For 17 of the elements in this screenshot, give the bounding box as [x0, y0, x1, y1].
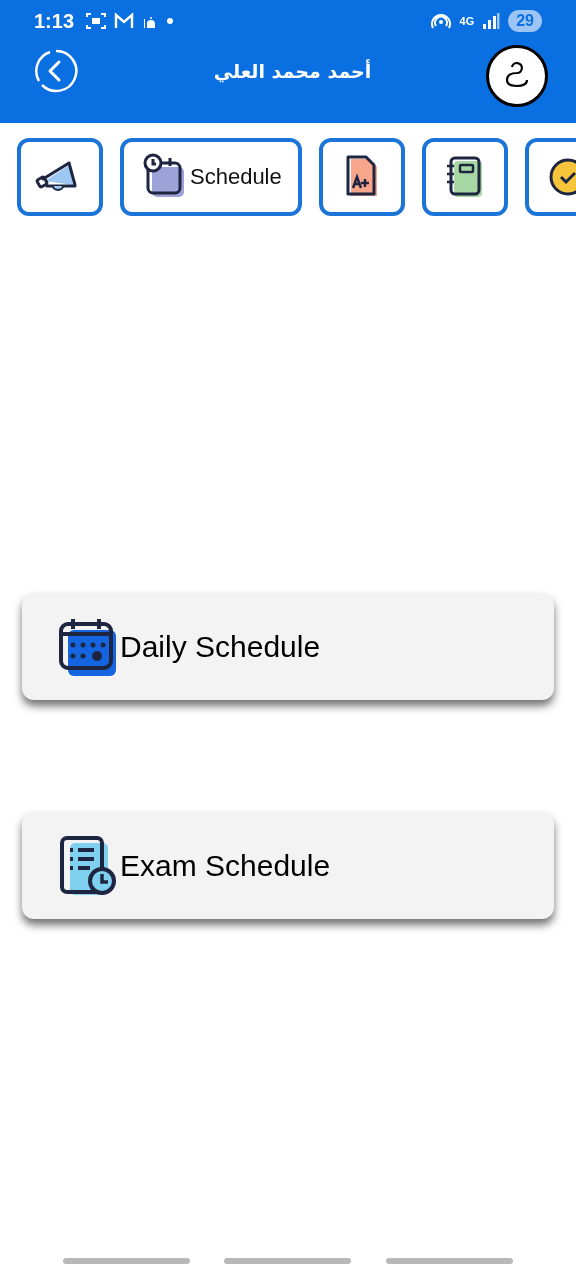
battery-level: 29	[508, 10, 542, 32]
notification-dot-icon	[166, 17, 175, 25]
screenshot-icon	[86, 12, 107, 30]
mail-icon	[114, 12, 135, 30]
tab[interactable]	[318, 138, 405, 216]
back-button[interactable]	[33, 48, 79, 94]
signal-icon	[482, 12, 501, 30]
status-time: 1:13	[34, 9, 75, 33]
exam-document-clock-icon	[58, 834, 118, 897]
schedule-card-button[interactable]: Daily Schedule	[22, 593, 554, 700]
network-type: 4G	[459, 15, 475, 27]
schedule-card-button[interactable]: Exam Schedule	[22, 812, 554, 919]
tab[interactable]	[421, 138, 508, 216]
header-title: أحمد محمد العلي	[213, 60, 372, 82]
hotspot-icon	[429, 11, 452, 31]
tab[interactable]	[17, 138, 103, 216]
tab[interactable]: Schedule	[120, 138, 302, 216]
